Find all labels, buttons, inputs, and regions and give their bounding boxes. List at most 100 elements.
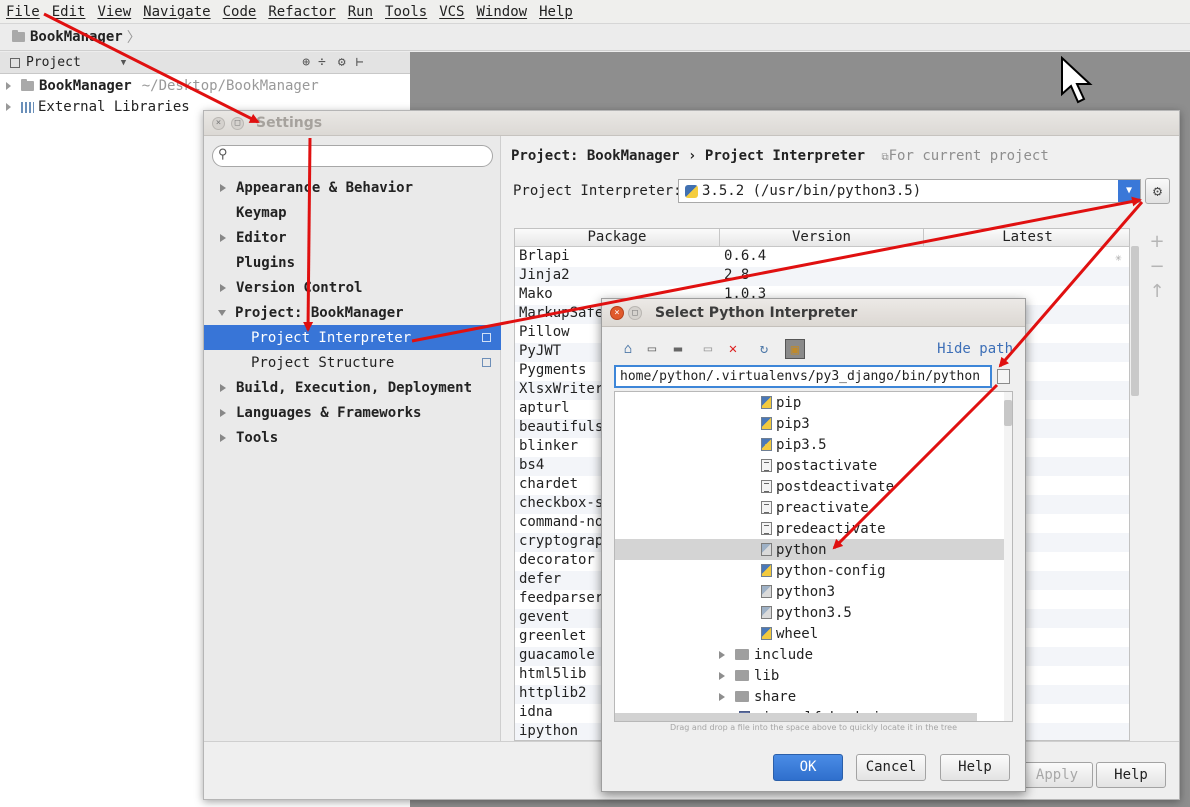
gear-icon[interactable]: ⚙ [338, 55, 346, 70]
hide-path-link[interactable]: Hide path [937, 341, 1013, 357]
package-name: Pillow [519, 324, 570, 340]
project-folder-icon[interactable]: ▬ [668, 339, 688, 359]
file-label: postactivate [776, 457, 878, 474]
folder-row-include[interactable]: include [615, 644, 1012, 665]
file-row[interactable]: pip [615, 392, 1012, 413]
chevron-down-icon[interactable]: ▼ [1118, 180, 1140, 202]
nav-appearance-behavior[interactable]: Appearance & Behavior [204, 175, 501, 200]
tree-item-label: External Libraries [38, 99, 190, 115]
breadcrumb-project[interactable]: BookManager [30, 29, 123, 45]
folder-icon [735, 649, 749, 660]
expand-icon[interactable] [719, 671, 725, 680]
project-view-label[interactable]: Project [26, 55, 81, 70]
new-folder-icon[interactable]: ▭ [698, 339, 718, 359]
script-file-icon [761, 522, 772, 535]
folder-row-share[interactable]: share [615, 686, 1012, 707]
desktop-icon[interactable]: ▭ [642, 339, 662, 359]
path-input[interactable]: home/python/.virtualenvs/py3_django/bin/… [614, 365, 992, 388]
tree-item-external-libraries[interactable]: External Libraries [6, 97, 190, 117]
menu-help[interactable]: Help [539, 4, 573, 20]
expand-icon[interactable] [719, 692, 725, 701]
menu-vcs[interactable]: VCS [439, 4, 464, 20]
add-package-icon[interactable]: + [1147, 232, 1167, 252]
expand-icon [220, 408, 226, 417]
menu-refactor[interactable]: Refactor [268, 4, 335, 20]
table-row[interactable]: Jinja2 2.8 [515, 267, 1129, 286]
file-row[interactable]: pip3 [615, 413, 1012, 434]
file-row[interactable]: postactivate [615, 455, 1012, 476]
expand-icon[interactable] [719, 650, 725, 659]
menu-window[interactable]: Window [477, 4, 528, 20]
hide-panel-icon[interactable]: ⊢ [356, 55, 364, 70]
scrollbar-thumb[interactable] [1004, 400, 1012, 426]
interpreter-label: Project Interpreter: [513, 183, 682, 199]
menu-tools[interactable]: Tools [385, 4, 427, 20]
menu-view[interactable]: View [97, 4, 131, 20]
close-icon[interactable]: × [212, 117, 225, 130]
column-package[interactable]: Package [515, 229, 720, 247]
nav-keymap[interactable]: Keymap [204, 200, 501, 225]
mouse-cursor-icon [1061, 56, 1093, 104]
expand-icon[interactable] [6, 103, 11, 111]
nav-languages-frameworks[interactable]: Languages & Frameworks [204, 400, 501, 425]
column-latest[interactable]: Latest [924, 229, 1129, 247]
folder-row-lib[interactable]: lib [615, 665, 1012, 686]
file-tree-scrollbar[interactable] [1004, 392, 1012, 721]
file-row[interactable]: predeactivate [615, 518, 1012, 539]
file-label: postdeactivate [776, 478, 895, 495]
chevron-down-icon[interactable]: ▼ [121, 58, 126, 68]
home-icon[interactable]: ⌂ [618, 339, 638, 359]
menu-code[interactable]: Code [223, 4, 257, 20]
help-button[interactable]: Help [1096, 762, 1166, 788]
menu-run[interactable]: Run [348, 4, 373, 20]
file-row[interactable]: python-config [615, 560, 1012, 581]
delete-icon[interactable]: ✕ [723, 339, 743, 359]
nav-version-control[interactable]: Version Control [204, 275, 501, 300]
menu-file[interactable]: File [6, 4, 40, 20]
file-row[interactable]: pip3.5 [615, 434, 1012, 455]
scrollbar-thumb[interactable] [1131, 246, 1139, 396]
file-row[interactable]: preactivate [615, 497, 1012, 518]
remove-package-icon[interactable]: − [1147, 257, 1167, 277]
maximize-icon[interactable]: □ [628, 306, 642, 320]
file-tree-hscrollbar[interactable] [615, 713, 977, 721]
file-label: wheel [776, 625, 819, 642]
upgrade-package-icon[interactable]: ↑ [1147, 282, 1167, 302]
package-version: 0.6.4 [724, 248, 767, 264]
nav-editor[interactable]: Editor [204, 225, 501, 250]
collapse-icon[interactable]: ÷ [318, 55, 326, 70]
file-row[interactable]: postdeactivate [615, 476, 1012, 497]
packages-scrollbar[interactable] [1130, 246, 1140, 741]
close-icon[interactable]: × [610, 306, 624, 320]
help-button[interactable]: Help [940, 754, 1010, 781]
apply-button[interactable]: Apply [1021, 762, 1093, 788]
file-row[interactable]: wheel [615, 623, 1012, 644]
menu-edit[interactable]: Edit [52, 4, 86, 20]
cancel-button[interactable]: Cancel [856, 754, 926, 781]
package-name: gevent [519, 609, 570, 625]
ok-button[interactable]: OK [773, 754, 843, 781]
interpreter-select[interactable]: 3.5.2 (/usr/bin/python3.5) ▼ [678, 179, 1141, 203]
nav-project-structure[interactable]: Project Structure [204, 350, 501, 375]
maximize-icon[interactable]: □ [231, 117, 244, 130]
show-hidden-icon[interactable]: ▣ [785, 339, 805, 359]
expand-icon[interactable] [6, 82, 11, 90]
file-row[interactable]: python [615, 539, 1012, 560]
nav-build-execution-deployment[interactable]: Build, Execution, Deployment [204, 375, 501, 400]
refresh-icon[interactable]: ↻ [754, 339, 774, 359]
settings-search-input[interactable]: ⚲ [212, 145, 493, 167]
nav-project-bookmanager[interactable]: Project: BookManager [204, 300, 501, 325]
target-icon[interactable]: ⊕ [302, 55, 310, 70]
tree-item-bookmanager[interactable]: BookManager ~/Desktop/BookManager [6, 76, 319, 96]
nav-tools[interactable]: Tools [204, 425, 501, 450]
nav-label: Keymap [236, 204, 287, 221]
interpreter-gear-button[interactable]: ⚙ [1145, 178, 1170, 204]
menu-navigate[interactable]: Navigate [143, 4, 210, 20]
column-version[interactable]: Version [720, 229, 924, 247]
table-row[interactable]: Brlapi 0.6.4 [515, 248, 1129, 267]
file-row[interactable]: python3.5 [615, 602, 1012, 623]
nav-project-interpreter[interactable]: Project Interpreter [204, 325, 501, 350]
nav-plugins[interactable]: Plugins [204, 250, 501, 275]
file-row[interactable]: python3 [615, 581, 1012, 602]
clipboard-icon[interactable] [997, 369, 1010, 384]
